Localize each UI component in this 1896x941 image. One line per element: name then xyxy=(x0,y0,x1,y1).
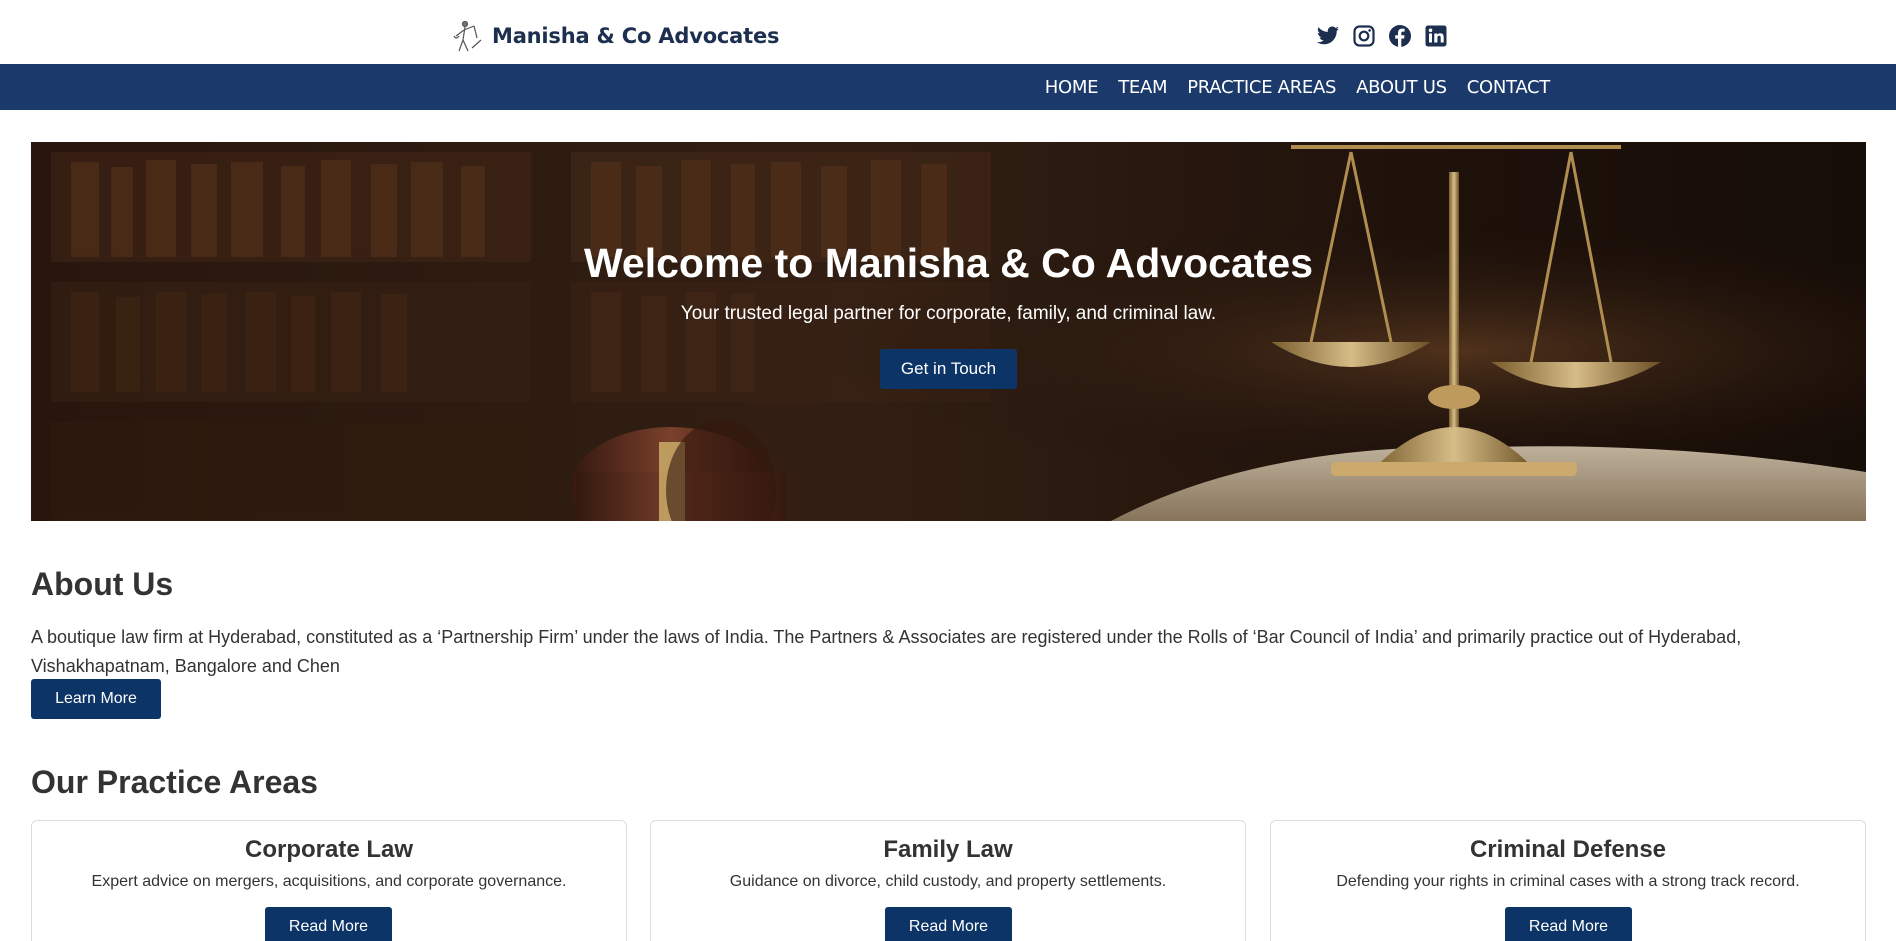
learn-more-button[interactable]: Learn More xyxy=(31,679,161,719)
read-more-button[interactable]: Read More xyxy=(885,907,1012,941)
hero-title: Welcome to Manisha & Co Advocates xyxy=(583,240,1314,286)
about-title: About Us xyxy=(31,566,174,602)
get-in-touch-button[interactable]: Get in Touch xyxy=(880,349,1017,389)
main-navbar: HOME TEAM PRACTICE AREAS ABOUT US CONTAC… xyxy=(0,64,1896,110)
nav-team[interactable]: TEAM xyxy=(1118,77,1167,98)
justice-logo-icon xyxy=(450,18,484,54)
practice-card-text: Guidance on divorce, child custody, and … xyxy=(729,873,1167,890)
facebook-icon[interactable] xyxy=(1388,24,1412,48)
about-text: A boutique law firm at Hyderabad, consti… xyxy=(31,627,1742,676)
practice-card-title: Corporate Law xyxy=(244,836,414,863)
nav-about-us[interactable]: ABOUT US xyxy=(1356,77,1447,98)
practice-card-text: Expert advice on mergers, acquisitions, … xyxy=(91,873,567,890)
instagram-icon[interactable] xyxy=(1352,24,1376,48)
practice-card-title: Criminal Defense xyxy=(1469,836,1667,863)
hero-background-image xyxy=(31,142,1866,521)
practice-card-title: Family Law xyxy=(883,836,1013,863)
read-more-button[interactable]: Read More xyxy=(1505,907,1632,941)
brand-name: Manisha & Co Advocates xyxy=(492,24,780,48)
practice-areas-title: Our Practice Areas xyxy=(31,764,318,800)
practice-card-family-law: Family Law Guidance on divorce, child cu… xyxy=(650,820,1246,941)
linkedin-icon[interactable] xyxy=(1424,24,1448,48)
social-links xyxy=(1316,24,1448,48)
practice-card-criminal-defense: Criminal Defense Defending your rights i… xyxy=(1270,820,1866,941)
site-header: Manisha & Co Advocates xyxy=(0,0,1896,64)
nav-practice-areas[interactable]: PRACTICE AREAS xyxy=(1187,77,1336,98)
twitter-icon[interactable] xyxy=(1316,24,1340,48)
hero-subtitle: Your trusted legal partner for corporate… xyxy=(680,303,1217,324)
read-more-button[interactable]: Read More xyxy=(265,907,392,941)
brand[interactable]: Manisha & Co Advocates xyxy=(450,18,780,54)
hero-banner: Welcome to Manisha & Co Advocates Your t… xyxy=(31,142,1866,521)
nav-home[interactable]: HOME xyxy=(1045,77,1099,98)
nav-menu: HOME TEAM PRACTICE AREAS ABOUT US CONTAC… xyxy=(1045,64,1551,110)
practice-card-corporate-law: Corporate Law Expert advice on mergers, … xyxy=(31,820,627,941)
nav-contact[interactable]: CONTACT xyxy=(1467,77,1551,98)
practice-card-text: Defending your rights in criminal cases … xyxy=(1336,873,1800,890)
